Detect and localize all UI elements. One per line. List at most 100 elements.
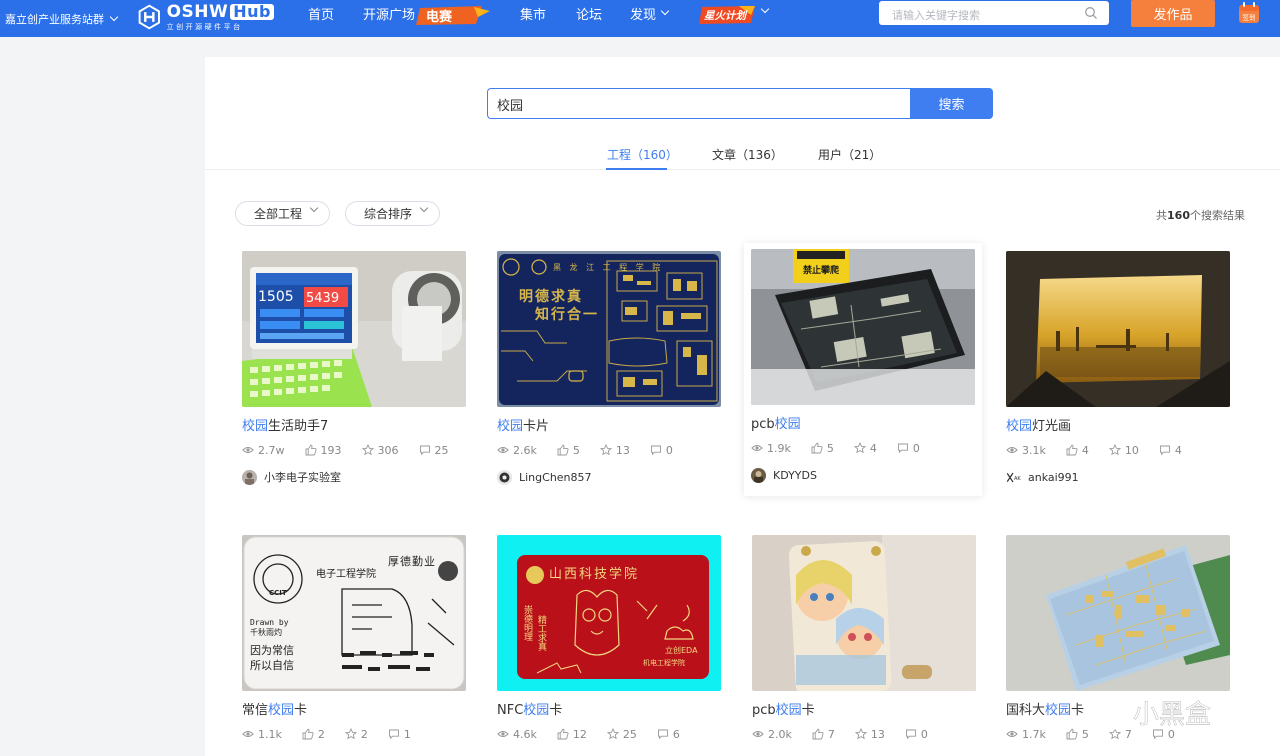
comment-icon <box>419 445 430 456</box>
eye-icon <box>751 445 763 451</box>
publish-button[interactable]: 发作品 <box>1131 0 1215 27</box>
search-icon[interactable] <box>1084 6 1098 20</box>
comment-count[interactable]: 4 <box>1159 444 1182 457</box>
project-thumbnail[interactable]: 禁止攀爬 <box>751 249 975 405</box>
project-card[interactable]: 校园灯光画 3.1k 4 10 4 AK ankai991 <box>1006 251 1230 485</box>
tab-projects[interactable]: 工程（160） <box>607 146 678 163</box>
project-title[interactable]: pcb校园 <box>751 413 975 432</box>
project-card[interactable]: 禁止攀爬 pcb校园 1.9k 5 4 0 KDYYDS <box>744 243 982 496</box>
project-title[interactable]: 校园生活助手7 <box>242 415 466 434</box>
project-thumbnail[interactable]: 黑 龙 江 工 程 学 院 明德求真 知行合一 <box>497 251 721 407</box>
top-search-box[interactable]: 请输入关键字搜索 <box>879 1 1109 25</box>
sort-filter[interactable]: 综合排序 <box>345 201 440 226</box>
title-suffix: 卡 <box>1071 703 1085 718</box>
star-count[interactable]: 10 <box>1108 444 1139 457</box>
oshwhub-logo[interactable]: OSHW Hub 立创开源硬件平台 <box>138 1 274 33</box>
thumb-line-1: 因为常信 <box>250 644 294 657</box>
badge-dian-sai[interactable]: 电赛 <box>416 5 492 26</box>
nav-open-square[interactable]: 开源广场 <box>363 5 415 23</box>
nav-forum-label: 论坛 <box>576 7 603 23</box>
title-suffix: 生活助手7 <box>268 419 329 434</box>
like-count[interactable]: 5 <box>557 444 580 457</box>
nav-market[interactable]: 集市 <box>520 5 546 23</box>
view-count-value: 2.6k <box>513 443 537 457</box>
project-thumbnail[interactable] <box>1006 251 1230 407</box>
tab-articles[interactable]: 文章（136） <box>712 146 783 163</box>
like-count[interactable]: 5 <box>811 442 834 455</box>
project-card[interactable]: 1505 5439 校园生活助手7 2.7w 193 306 25 小李电子实验… <box>242 251 466 485</box>
star-count[interactable]: 4 <box>853 442 877 455</box>
comment-count-value: 25 <box>434 443 449 457</box>
project-title[interactable]: pcb校园卡 <box>752 699 976 718</box>
thumb-display-left: 1505 <box>258 289 294 305</box>
like-count-value: 5 <box>1081 727 1089 741</box>
project-author[interactable]: LingChen857 <box>497 469 721 485</box>
title-prefix: pcb <box>752 703 776 718</box>
title-keyword: 校园 <box>523 703 550 718</box>
nav-forum[interactable]: 论坛 <box>576 5 603 23</box>
project-card[interactable]: 黑 龙 江 工 程 学 院 明德求真 知行合一 校园卡片 2.6k 5 13 0… <box>497 251 721 485</box>
search-button[interactable]: 搜索 <box>910 88 993 119</box>
comment-count[interactable]: 0 <box>897 442 920 455</box>
like-count[interactable]: 4 <box>1066 444 1089 457</box>
star-count[interactable]: 13 <box>599 444 630 457</box>
author-name: KDYYDS <box>773 468 817 482</box>
like-count-value: 5 <box>572 443 580 457</box>
comment-count[interactable]: 0 <box>905 728 928 741</box>
project-card[interactable]: pcb校园卡 2.0k 7 13 0 <box>752 535 976 741</box>
star-icon <box>344 728 357 740</box>
star-count-value: 2 <box>360 727 368 741</box>
svg-text:AK: AK <box>1014 476 1021 482</box>
tab-users[interactable]: 用户（21） <box>818 146 881 163</box>
star-count[interactable]: 13 <box>854 728 885 741</box>
project-title[interactable]: 校园卡片 <box>497 415 721 434</box>
star-count[interactable]: 306 <box>361 444 399 457</box>
badge-dian-sai-label: 电赛 <box>426 9 453 25</box>
top-navbar: 嘉立创产业服务站群 OSHW Hub 立创开源硬件平台 首页 开源广场 电赛 集… <box>0 0 1280 37</box>
search-input[interactable] <box>497 95 877 113</box>
xinghuo-chevron-icon[interactable] <box>760 4 770 14</box>
star-count[interactable]: 25 <box>606 728 637 741</box>
star-count[interactable]: 2 <box>344 727 368 741</box>
checkin-calendar-icon[interactable]: 签到 <box>1238 2 1260 24</box>
comment-count[interactable]: 6 <box>657 728 680 741</box>
project-title[interactable]: 校园灯光画 <box>1006 415 1230 434</box>
like-count[interactable]: 2 <box>302 728 325 741</box>
author-name: ankai991 <box>1028 470 1079 484</box>
search-box[interactable] <box>487 88 910 119</box>
project-title[interactable]: NFC校园卡 <box>497 699 721 718</box>
station-selector[interactable]: 嘉立创产业服务站群 <box>5 11 119 27</box>
comment-count[interactable]: 25 <box>419 444 449 457</box>
project-card[interactable]: CCIT 电子工程学院 厚德勤业 Drawn by 千秋雨灼 因为常信 所以自信… <box>242 535 466 741</box>
badge-xinghuo[interactable]: 星火计划 <box>699 5 757 25</box>
project-stats: 2.7w 193 306 25 <box>242 443 466 457</box>
project-thumbnail[interactable]: 1505 5439 <box>242 251 466 407</box>
project-card[interactable]: 山西科技学院 崇德明理 精工求真 立创EDA 机电工程学院 NFC校园卡 4.6… <box>497 535 721 741</box>
project-stats: 2.6k 5 13 0 <box>497 443 721 457</box>
logo-main-text: OSHW <box>166 1 229 22</box>
project-author[interactable]: AK ankai991 <box>1006 469 1230 485</box>
comment-count-value: 0 <box>665 443 673 457</box>
project-thumbnail[interactable]: 山西科技学院 崇德明理 精工求真 立创EDA 机电工程学院 <box>497 535 721 691</box>
comment-count[interactable]: 0 <box>650 444 673 457</box>
like-count[interactable]: 5 <box>1066 728 1089 741</box>
like-count[interactable]: 193 <box>305 444 342 457</box>
nav-home[interactable]: 首页 <box>308 5 334 23</box>
comment-count[interactable]: 1 <box>388 728 411 741</box>
project-thumbnail[interactable] <box>1006 535 1230 691</box>
view-count-value: 1.1k <box>258 727 282 741</box>
title-suffix: 卡 <box>294 703 308 718</box>
thumbs-up-icon <box>557 444 569 456</box>
project-title[interactable]: 常信校园卡 <box>242 699 466 718</box>
project-thumbnail[interactable] <box>752 535 976 691</box>
project-author[interactable]: 小李电子实验室 <box>242 469 466 485</box>
title-suffix: 卡 <box>801 703 815 718</box>
nav-discover[interactable]: 发现 <box>630 5 670 23</box>
project-author[interactable]: KDYYDS <box>751 467 975 483</box>
category-filter[interactable]: 全部工程 <box>235 201 330 226</box>
thumbs-up-icon <box>1066 444 1078 456</box>
like-count[interactable]: 12 <box>557 728 587 741</box>
watermark-text: 小黑盒 <box>1133 700 1211 730</box>
like-count[interactable]: 7 <box>812 728 835 741</box>
project-thumbnail[interactable]: CCIT 电子工程学院 厚德勤业 Drawn by 千秋雨灼 因为常信 所以自信 <box>242 535 466 691</box>
